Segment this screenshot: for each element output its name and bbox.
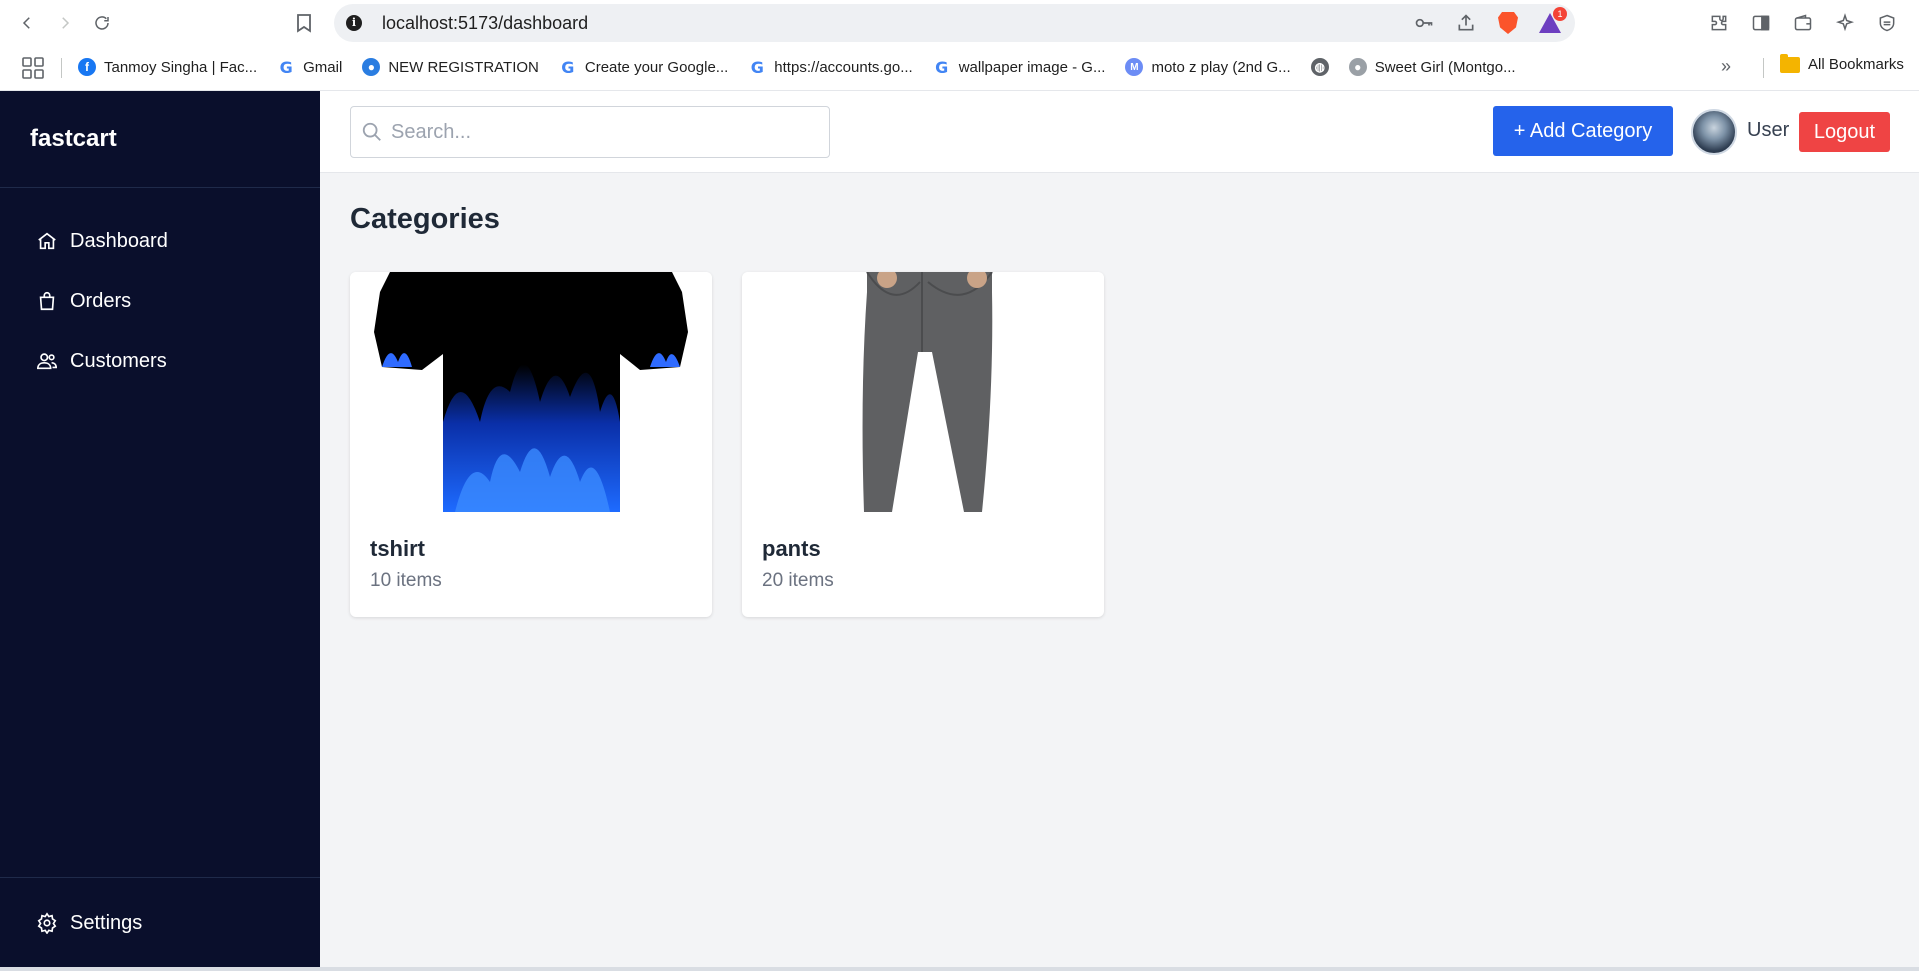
extensions-icon[interactable] [1707,11,1731,35]
bookmarks-divider [1763,58,1764,78]
sidebar-item-settings[interactable]: Settings [0,893,142,953]
sidebar-item-label: Settings [70,911,143,934]
bookmark-label: Tanmoy Singha | Fac... [104,58,258,76]
site-info-icon[interactable]: i [346,15,362,31]
forward-icon[interactable] [52,10,78,36]
sidebar-nav: Dashboard Orders Customers [0,211,320,391]
bookmark-item[interactable]: M moto z play (2nd G... [1125,54,1291,80]
sidebar-divider [0,187,320,188]
bookmark-item[interactable]: f Tanmoy Singha | Fac... [78,54,257,80]
facebook-icon: f [78,58,96,76]
bookmark-label: wallpaper image - G... [958,58,1106,76]
sidebar-divider [0,877,320,878]
bookmark-item[interactable]: G Create your Google... [558,54,729,80]
browser-toolbar: i localhost:5173/dashboard 1 [0,0,1919,46]
wallet-icon[interactable] [1791,11,1815,35]
apps-grid-icon[interactable] [22,57,44,79]
bookmark-item[interactable]: G https://accounts.go... [748,54,913,80]
category-card[interactable]: tshirt 10 items [350,272,712,617]
vpn-shield-icon[interactable] [1875,11,1899,35]
bookmark-label: Sweet Girl (Montgo... [1374,58,1516,76]
bookmark-item[interactable]: ● NEW REGISTRATION [362,54,539,80]
bookmark-label: moto z play (2nd G... [1151,58,1291,76]
bookmark-label: Gmail [303,58,343,76]
reload-icon[interactable] [89,10,115,36]
category-name: tshirt [370,536,425,561]
category-count: 10 items [370,570,442,591]
category-grid: tshirt 10 items pants 20 items [350,272,1104,617]
address-bar[interactable]: i localhost:5173/dashboard 1 [334,4,1575,42]
google-icon: G [932,58,951,77]
bookmark-item[interactable]: ● Sweet Girl (Montgo... [1348,54,1516,80]
sidebar-item-dashboard[interactable]: Dashboard [0,211,320,271]
search-input[interactable] [391,107,821,157]
search-icon [362,122,381,141]
bookmark-label: NEW REGISTRATION [388,58,539,76]
category-card[interactable]: pants 20 items [742,272,1104,617]
users-icon [37,353,57,370]
shopping-bag-icon [39,291,55,311]
brand-logo[interactable]: fastcart [30,125,117,153]
globe-icon: ◍ [1310,58,1329,76]
password-key-icon[interactable] [1411,11,1437,35]
user-name: User [1747,119,1790,141]
sidebar-item-label: Customers [70,349,167,372]
sidebar-item-orders[interactable]: Orders [0,271,320,331]
search-box[interactable] [350,106,830,158]
category-name: pants [762,536,821,561]
registration-icon: ● [362,58,381,76]
back-icon[interactable] [14,10,40,36]
bookmark-label: https://accounts.go... [774,58,913,76]
brave-shields-icon[interactable] [1495,11,1521,35]
logout-button[interactable]: Logout [1799,112,1890,152]
add-category-button[interactable]: + Add Category [1493,106,1673,156]
bookmark-label: Create your Google... [584,58,729,76]
window-bottom-edge [0,967,1919,971]
category-count: 20 items [762,570,834,591]
home-icon [38,232,56,250]
browser-chrome: i localhost:5173/dashboard 1 f Tanmoy Si… [0,0,1919,91]
page-title: Categories [350,203,500,235]
sidebar-toggle-icon[interactable] [1749,11,1773,35]
pants-image [742,272,1104,512]
rewards-badge: 1 [1553,7,1567,21]
google-icon: G [558,58,577,77]
bookmarks-bar: f Tanmoy Singha | Fac... G Gmail ● NEW R… [78,54,1516,80]
avatar[interactable] [1691,109,1737,155]
main-content: Categories tshirt 10 items pants 20 item… [320,173,1919,967]
address-url[interactable]: localhost:5173/dashboard [382,13,588,34]
more-bookmarks-icon[interactable]: » [1721,56,1731,77]
app: fastcart Dashboard Orders Customers Sett… [0,91,1919,967]
sidebar: fastcart Dashboard Orders Customers Sett… [0,91,320,967]
topbar: + Add Category User Logout [320,91,1919,173]
sidebar-item-customers[interactable]: Customers [0,331,320,391]
bookmark-item[interactable]: G Gmail [277,54,342,80]
tshirt-image [350,272,712,512]
bookmark-item[interactable]: G wallpaper image - G... [932,54,1106,80]
leo-ai-icon[interactable] [1833,11,1857,35]
share-icon[interactable] [1453,11,1479,35]
sidebar-item-label: Orders [70,289,132,312]
brave-rewards-icon[interactable]: 1 [1537,7,1567,35]
all-bookmarks-button[interactable]: All Bookmarks [1780,53,1904,73]
sidebar-item-label: Dashboard [70,229,168,252]
motorola-icon: M [1125,58,1144,76]
bookmarks-divider [61,58,62,78]
folder-icon [1780,53,1800,73]
bookmark-page-icon[interactable] [292,11,316,35]
bookmark-item[interactable]: ◍ [1310,54,1329,80]
all-bookmarks-label: All Bookmarks [1808,56,1904,73]
gear-icon [37,912,57,934]
google-icon: G [277,58,296,77]
google-icon: G [748,58,767,77]
site-icon: ● [1348,58,1367,76]
